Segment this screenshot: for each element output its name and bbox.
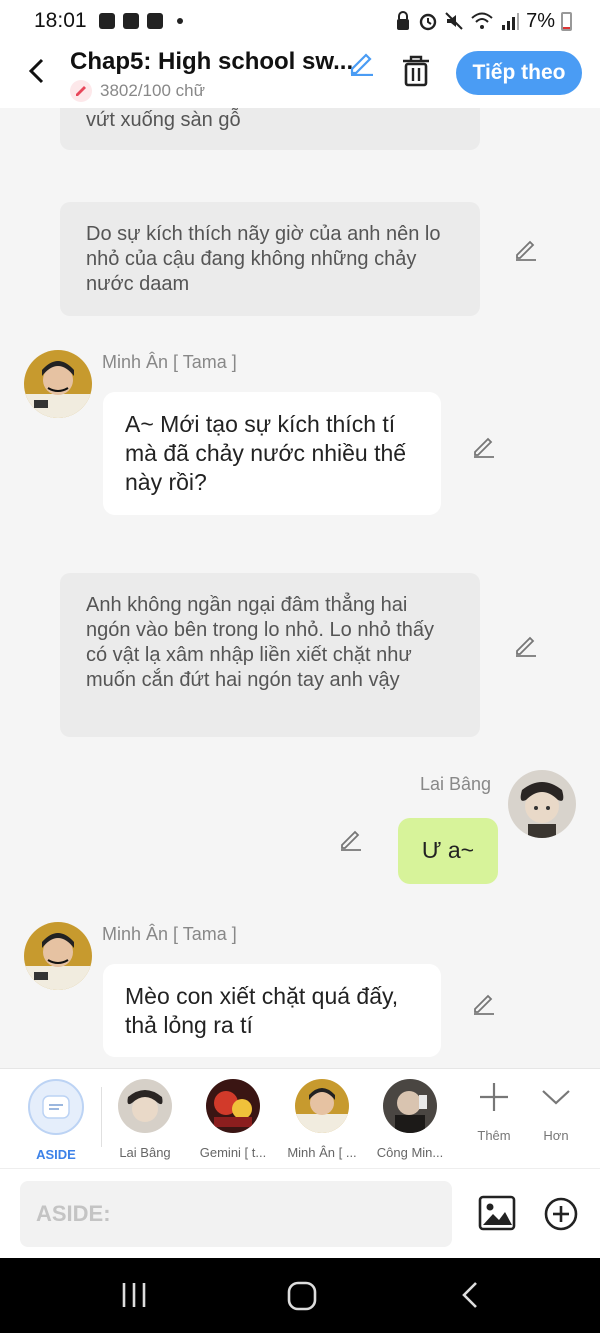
system-icons: 7% — [394, 10, 572, 33]
image-icon — [478, 1195, 516, 1231]
character-name: Minh Ân [ Tama ] — [102, 924, 237, 944]
delete-button[interactable] — [400, 54, 432, 93]
pencil-icon — [350, 53, 373, 77]
recents-icon — [122, 1283, 146, 1307]
next-button[interactable]: Tiếp theo — [456, 51, 582, 95]
message-bubble[interactable]: Mèo con xiết chặt quá đấy, thả lỏng ra t… — [103, 964, 441, 1057]
insert-image-button[interactable] — [478, 1195, 516, 1236]
back-arrow-icon — [28, 58, 44, 84]
character-chip-aside[interactable]: ASIDE — [11, 1079, 101, 1162]
edit-pencil-icon[interactable] — [472, 434, 496, 458]
avatar-lai-bang[interactable] — [508, 770, 576, 838]
character-selector: ASIDE Lai Bâng Gemini [ t... Minh Ân [ .… — [0, 1068, 600, 1168]
word-count: 3802/100 chữ — [70, 80, 205, 102]
message-bubble[interactable]: A~ Mới tạo sự kích thích tí mà đã chảy n… — [103, 392, 441, 515]
edit-pencil-icon[interactable] — [514, 237, 538, 261]
avatar-minh-an[interactable] — [24, 350, 92, 418]
shop-notification-icon — [146, 13, 163, 29]
character-name: Lai Bâng — [420, 774, 492, 794]
message-text: Mèo con xiết chặt quá đấy, thả lỏng ra t… — [125, 983, 399, 1038]
status-time: 18:01 — [34, 9, 87, 32]
status-bar: 18:01 7% — [0, 0, 600, 42]
narration-message[interactable]: Anh không ngần ngại đâm thẳng hai ngón v… — [60, 573, 480, 737]
character-chip-label: ASIDE — [36, 1147, 76, 1162]
character-chip-label: Gemini [ t... — [199, 1145, 267, 1160]
signal-icon — [502, 13, 520, 30]
character-avatar — [295, 1079, 349, 1133]
character-avatar — [383, 1079, 437, 1133]
word-count-text: 3802/100 chữ — [100, 81, 205, 100]
alarm-icon — [419, 13, 437, 31]
lock-icon — [397, 11, 410, 30]
chapter-title[interactable]: Chap5: High school sw... — [70, 48, 353, 76]
character-chip-gemini[interactable]: Gemini [ t... — [188, 1079, 278, 1160]
chat-area[interactable]: vứt xuống sàn gỗ Do sự kích thích nãy gi… — [0, 108, 600, 1068]
input-bar — [0, 1168, 600, 1258]
system-nav-bar — [0, 1258, 600, 1333]
narration-message[interactable]: vứt xuống sàn gỗ — [60, 108, 480, 150]
aside-input[interactable] — [20, 1181, 452, 1247]
message-text: A~ Mới tạo sự kích thích tí mà đã chảy n… — [125, 411, 407, 495]
character-avatar — [118, 1079, 172, 1133]
character-name: Minh Ân [ Tama ] — [102, 352, 237, 372]
word-count-pencil-icon — [70, 80, 92, 102]
home-button[interactable] — [286, 1280, 318, 1317]
character-chip-label: Công Min... — [376, 1145, 444, 1160]
mute-icon — [445, 12, 463, 30]
back-icon — [462, 1282, 477, 1308]
header: Chap5: High school sw... 3802/100 chữ Ti… — [0, 42, 600, 108]
narration-text: vứt xuống sàn gỗ — [86, 109, 241, 131]
system-back-button[interactable] — [458, 1280, 482, 1315]
add-button[interactable] — [544, 1197, 578, 1236]
plus-circle-icon — [544, 1197, 578, 1231]
avatar-minh-an[interactable] — [24, 922, 92, 990]
edit-pencil-icon[interactable] — [472, 991, 496, 1015]
back-button[interactable] — [20, 54, 54, 88]
character-chip-cong-minh[interactable]: Công Min... — [365, 1079, 455, 1160]
edit-title-button[interactable] — [347, 48, 375, 81]
narration-text: Do sự kích thích nãy giờ của anh nên lo … — [86, 223, 441, 295]
more-label: Thêm — [477, 1128, 511, 1143]
aside-icon — [28, 1079, 84, 1135]
gallery-notification-icon — [98, 13, 115, 29]
notification-icons — [98, 13, 183, 29]
message-text: Ư a~ — [421, 837, 475, 863]
narration-message[interactable]: Do sự kích thích nãy giờ của anh nên lo … — [60, 202, 480, 316]
alert-notification-icon — [122, 13, 139, 29]
character-chip-lai-bang[interactable]: Lai Bâng — [100, 1079, 190, 1160]
narration-text: Anh không ngần ngại đâm thẳng hai ngón v… — [86, 594, 435, 691]
battery-icon — [561, 11, 572, 31]
collapse-button[interactable]: Hơn — [521, 1081, 591, 1143]
character-avatar — [206, 1079, 260, 1133]
more-characters-button[interactable]: Thêm — [459, 1081, 529, 1143]
edit-pencil-icon[interactable] — [339, 827, 363, 851]
character-chip-minh-an[interactable]: Minh Ân [ ... — [277, 1079, 367, 1160]
collapse-label: Hơn — [543, 1128, 569, 1143]
battery-percent: 7% — [526, 9, 555, 32]
character-chip-label: Minh Ân [ ... — [287, 1145, 357, 1160]
message-bubble[interactable]: Ư a~ — [398, 818, 498, 884]
chevron-down-icon — [542, 1090, 570, 1105]
trash-icon — [403, 55, 429, 87]
home-icon — [287, 1281, 317, 1311]
recent-apps-button[interactable] — [120, 1280, 150, 1315]
character-chip-label: Lai Bâng — [119, 1145, 171, 1160]
plus-icon — [480, 1083, 508, 1111]
wifi-icon — [471, 12, 493, 29]
edit-pencil-icon[interactable] — [514, 633, 538, 657]
more-notifications-icon — [176, 18, 183, 24]
